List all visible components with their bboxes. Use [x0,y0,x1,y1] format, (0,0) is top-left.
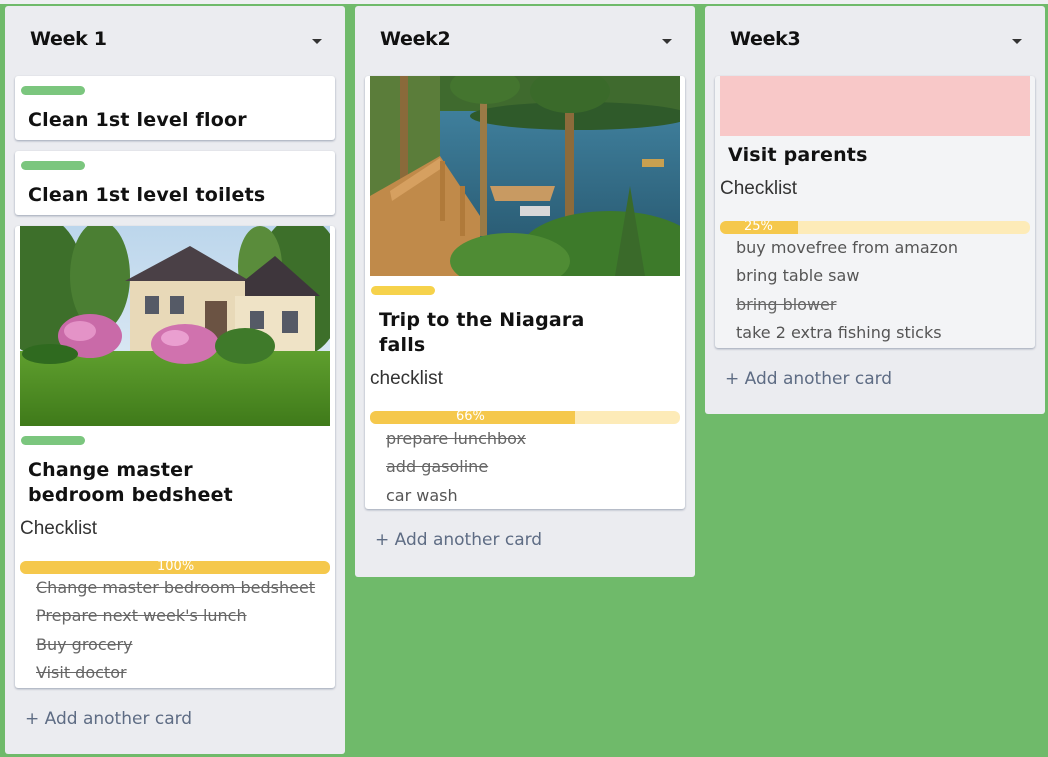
list-header: Week3 [705,6,1045,62]
card-visit-parents[interactable]: Visit parents Checklist 25% buy movefree… [715,76,1035,348]
checklist-progress: 66% [370,411,680,424]
list-header: Week2 [355,6,695,62]
card-title: Clean 1st level toilets [28,184,266,206]
yellow-label[interactable] [371,286,435,295]
list-week-1: Week 1 Clean 1st level floor Clean 1st l… [5,6,345,754]
green-label[interactable] [21,86,85,95]
checklist-title: Checklist [20,518,98,539]
card-title-line: Change master [28,459,193,481]
add-card-button[interactable]: + Add another card [375,530,542,550]
checklist-progress: 100% [20,561,330,574]
card-title-line: bedroom bedsheet [28,484,233,506]
card-title: Visit parents [728,144,868,166]
chevron-down-icon[interactable] [661,36,673,48]
card-clean-toilets[interactable]: Clean 1st level toilets [15,151,335,215]
add-card-button[interactable]: + Add another card [725,369,892,389]
list-title[interactable]: Week 1 [30,28,107,50]
checklist-item[interactable]: buy movefree from amazon [736,238,958,257]
checklist-item[interactable]: Change master bedroom bedsheet [36,578,315,597]
checklist-item[interactable]: prepare lunchbox [386,429,526,448]
checklist-item[interactable]: bring table saw [736,266,859,285]
list-header: Week 1 [5,6,345,62]
list-title[interactable]: Week3 [730,28,801,50]
list-week-3: Week3 Visit parents Checklist 25% buy mo… [705,6,1045,414]
list-title[interactable]: Week2 [380,28,451,50]
checklist-item[interactable]: Buy grocery [36,635,133,654]
progress-text: 66% [456,411,485,424]
top-edge [0,0,1048,4]
checklist-item[interactable]: Prepare next week's lunch [36,606,247,625]
green-label[interactable] [21,161,85,170]
checklist-item[interactable]: add gasoline [386,457,488,476]
pink-color-cover [720,76,1030,136]
progress-text: 100% [157,561,195,574]
chevron-down-icon[interactable] [1011,36,1023,48]
checklist-item[interactable]: car wash [386,486,458,505]
card-title-line: falls [379,334,426,356]
green-label[interactable] [21,436,85,445]
card-title-line: Trip to the Niagara [379,309,585,331]
card-niagara-trip[interactable]: Trip to the Niagara falls checklist 66% … [365,76,685,509]
card-title: Change master bedroom bedsheet [28,458,233,508]
progress-text: 25% [744,221,773,234]
checklist-progress: 25% [720,221,1030,234]
checklist-title: Checklist [720,178,798,199]
chevron-down-icon[interactable] [311,36,323,48]
checklist-item[interactable]: Visit doctor [36,663,127,682]
card-change-bedsheet[interactable]: Change master bedroom bedsheet Checklist… [15,226,335,688]
list-week-2: Week2 Trip to the Niagara falls checklis… [355,6,695,577]
card-clean-floor[interactable]: Clean 1st level floor [15,76,335,140]
checklist-item[interactable]: take 2 extra fishing sticks [736,323,942,342]
card-title: Clean 1st level floor [28,109,247,131]
card-title: Trip to the Niagara falls [379,308,584,358]
lake-photo [370,76,680,276]
house-photo [20,226,330,426]
checklist-title: checklist [370,368,443,389]
add-card-button[interactable]: + Add another card [25,709,192,729]
checklist-item[interactable]: bring blower [736,295,836,314]
